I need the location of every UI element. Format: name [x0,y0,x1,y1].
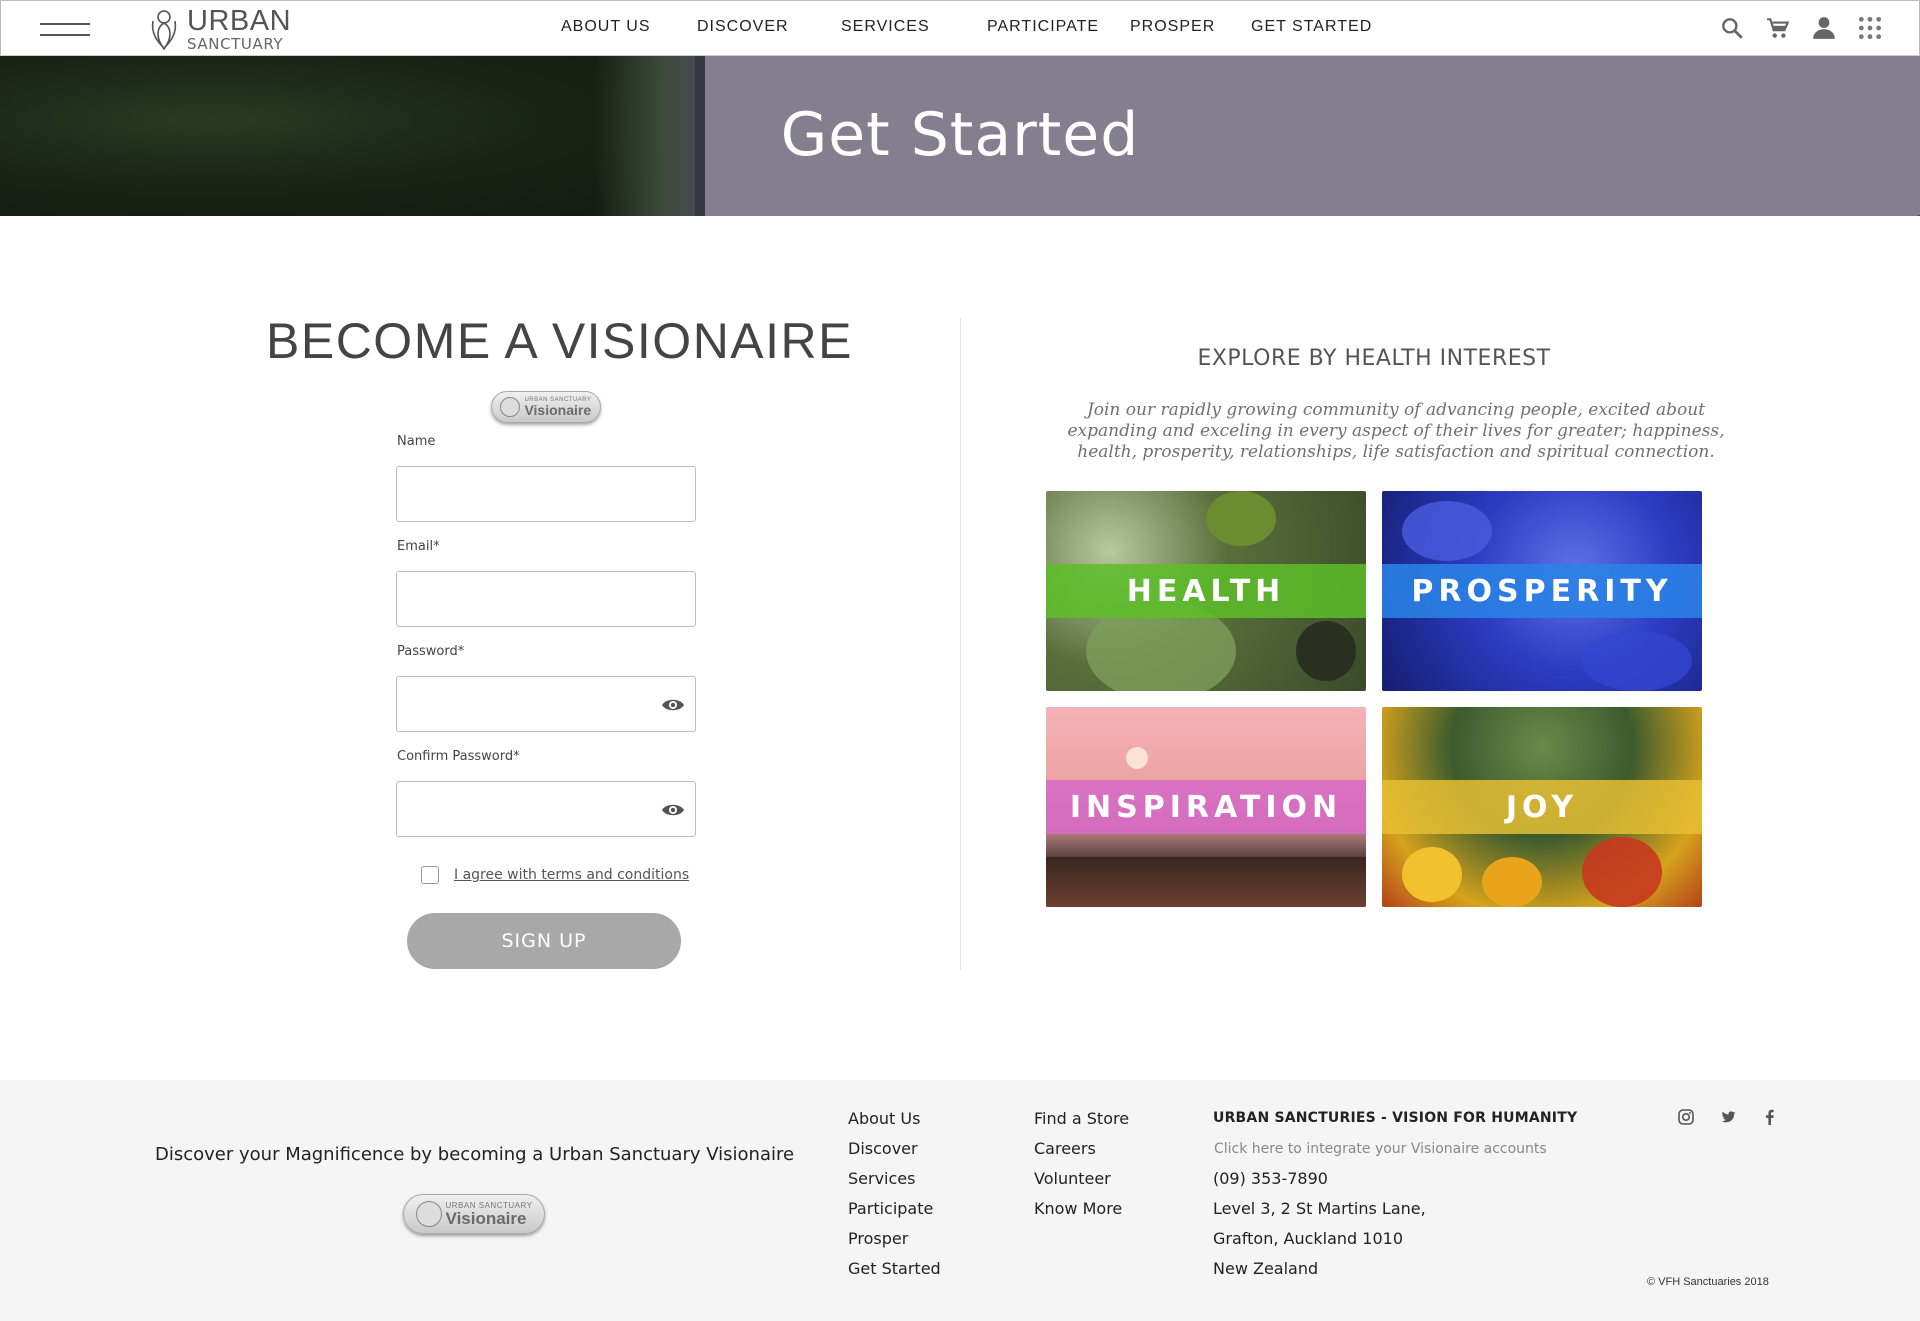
footer-link-know-more[interactable]: Know More [1034,1198,1129,1228]
top-navbar: URBAN SANCTUARY ABOUT US DISCOVER SERVIC… [0,0,1920,56]
hero-banner: Get Started [0,56,1920,216]
footer-heading: URBAN SANCTURIES - VISION FOR HUMANITY [1213,1110,1578,1126]
footer [0,1080,1920,1321]
name-input[interactable] [396,466,696,522]
logo-text-sanctuary: SANCTUARY [187,34,284,53]
nav-about-us[interactable]: ABOUT US [561,18,651,36]
hero-rail-image [1734,213,1920,216]
nav-participate[interactable]: PARTICIPATE [987,18,1099,36]
user-icon[interactable] [1811,15,1837,41]
facebook-icon[interactable] [1761,1108,1779,1126]
column-divider [960,318,961,970]
hamburger-menu-icon[interactable] [40,23,90,37]
footer-phone: (09) 353-7890 [1213,1169,1328,1188]
terms-checkbox[interactable] [421,866,439,884]
joy-band: JOY [1382,780,1702,834]
footer-tagline: Discover your Magnificence by becoming a… [155,1144,795,1165]
footer-link-find-store[interactable]: Find a Store [1034,1108,1129,1138]
badge-big-text: Visionaire [524,402,592,418]
joy-tile[interactable]: JOY [1382,707,1702,907]
social-links [1677,1108,1779,1126]
form-heading: BECOME A VISIONAIRE [266,313,853,369]
footer-links-col2: Find a Store Careers Volunteer Know More [1034,1108,1129,1228]
sign-up-button[interactable]: SIGN UP [407,913,681,969]
search-icon[interactable] [1719,15,1745,41]
prosperity-tile[interactable]: PROSPERITY [1382,491,1702,691]
integrate-accounts-link[interactable]: Click here to integrate your Visionaire … [1214,1141,1547,1157]
badge-emblem-icon [500,397,521,417]
email-label: Email* [397,539,440,554]
terms-link[interactable]: I agree with terms and conditions [454,867,689,883]
health-tile[interactable]: HEALTH [1046,491,1366,691]
prosperity-band: PROSPERITY [1382,564,1702,618]
footer-link-prosper[interactable]: Prosper [848,1228,941,1258]
inspiration-tile[interactable]: INSPIRATION [1046,707,1366,907]
explore-heading: EXPLORE BY HEALTH INTEREST [1197,346,1551,371]
email-input[interactable] [396,571,696,627]
password-input[interactable] [396,676,696,732]
prosperity-label: PROSPERITY [1411,573,1673,609]
page-title: Get Started [780,100,1140,170]
nav-prosper[interactable]: PROSPER [1130,18,1215,36]
health-label: HEALTH [1126,573,1286,609]
lotus-logo-icon [151,10,177,51]
show-password-eye-icon[interactable] [661,695,685,715]
nav-services[interactable]: SERVICES [841,18,930,36]
footer-link-services[interactable]: Services [848,1168,941,1198]
health-band: HEALTH [1046,564,1366,618]
explore-intro: Join our rapidly growing community of ad… [1067,400,1725,462]
footer-link-participate[interactable]: Participate [848,1198,941,1228]
password-label: Password* [397,644,465,659]
nav-icons [1719,15,1883,41]
nav-get-started[interactable]: GET STARTED [1251,18,1372,36]
copyright-text: © VFH Sanctuaries 2018 [1647,1276,1769,1288]
footer-badge-emblem-icon [415,1201,442,1227]
footer-links-col1: About Us Discover Services Participate P… [848,1108,941,1288]
footer-link-discover[interactable]: Discover [848,1138,941,1168]
footer-link-careers[interactable]: Careers [1034,1138,1129,1168]
apps-grid-icon[interactable] [1857,15,1883,41]
nav-discover[interactable]: DISCOVER [697,18,789,36]
site-logo[interactable]: URBAN SANCTUARY [147,6,291,52]
terms-row: I agree with terms and conditions [421,866,689,884]
twitter-icon[interactable] [1719,1108,1737,1126]
footer-visionaire-badge[interactable]: URBAN SANCTUARY Visionaire [403,1194,545,1234]
show-confirm-password-eye-icon[interactable] [661,800,685,820]
inspiration-label: INSPIRATION [1069,789,1343,825]
visionaire-badge: URBAN SANCTUARY Visionaire [491,391,601,423]
footer-link-about-us[interactable]: About Us [848,1108,941,1138]
confirm-password-label: Confirm Password* [397,749,520,764]
inspiration-band: INSPIRATION [1046,780,1366,834]
footer-address-line2: Grafton, Auckland 1010 [1213,1229,1404,1248]
footer-link-volunteer[interactable]: Volunteer [1034,1168,1129,1198]
footer-contact: (09) 353-7890 Level 3, 2 St Martins Lane… [1213,1168,1426,1288]
cart-icon[interactable] [1765,15,1791,41]
footer-badge-big-text: Visionaire [445,1208,527,1228]
joy-label: JOY [1505,789,1579,825]
name-label: Name [397,434,436,449]
footer-address-line3: New Zealand [1213,1259,1319,1278]
footer-address-line1: Level 3, 2 St Martins Lane, [1213,1199,1426,1218]
instagram-icon[interactable] [1677,1108,1695,1126]
confirm-password-input[interactable] [396,781,696,837]
footer-link-get-started[interactable]: Get Started [848,1258,941,1288]
logo-text-urban: URBAN [187,4,292,37]
